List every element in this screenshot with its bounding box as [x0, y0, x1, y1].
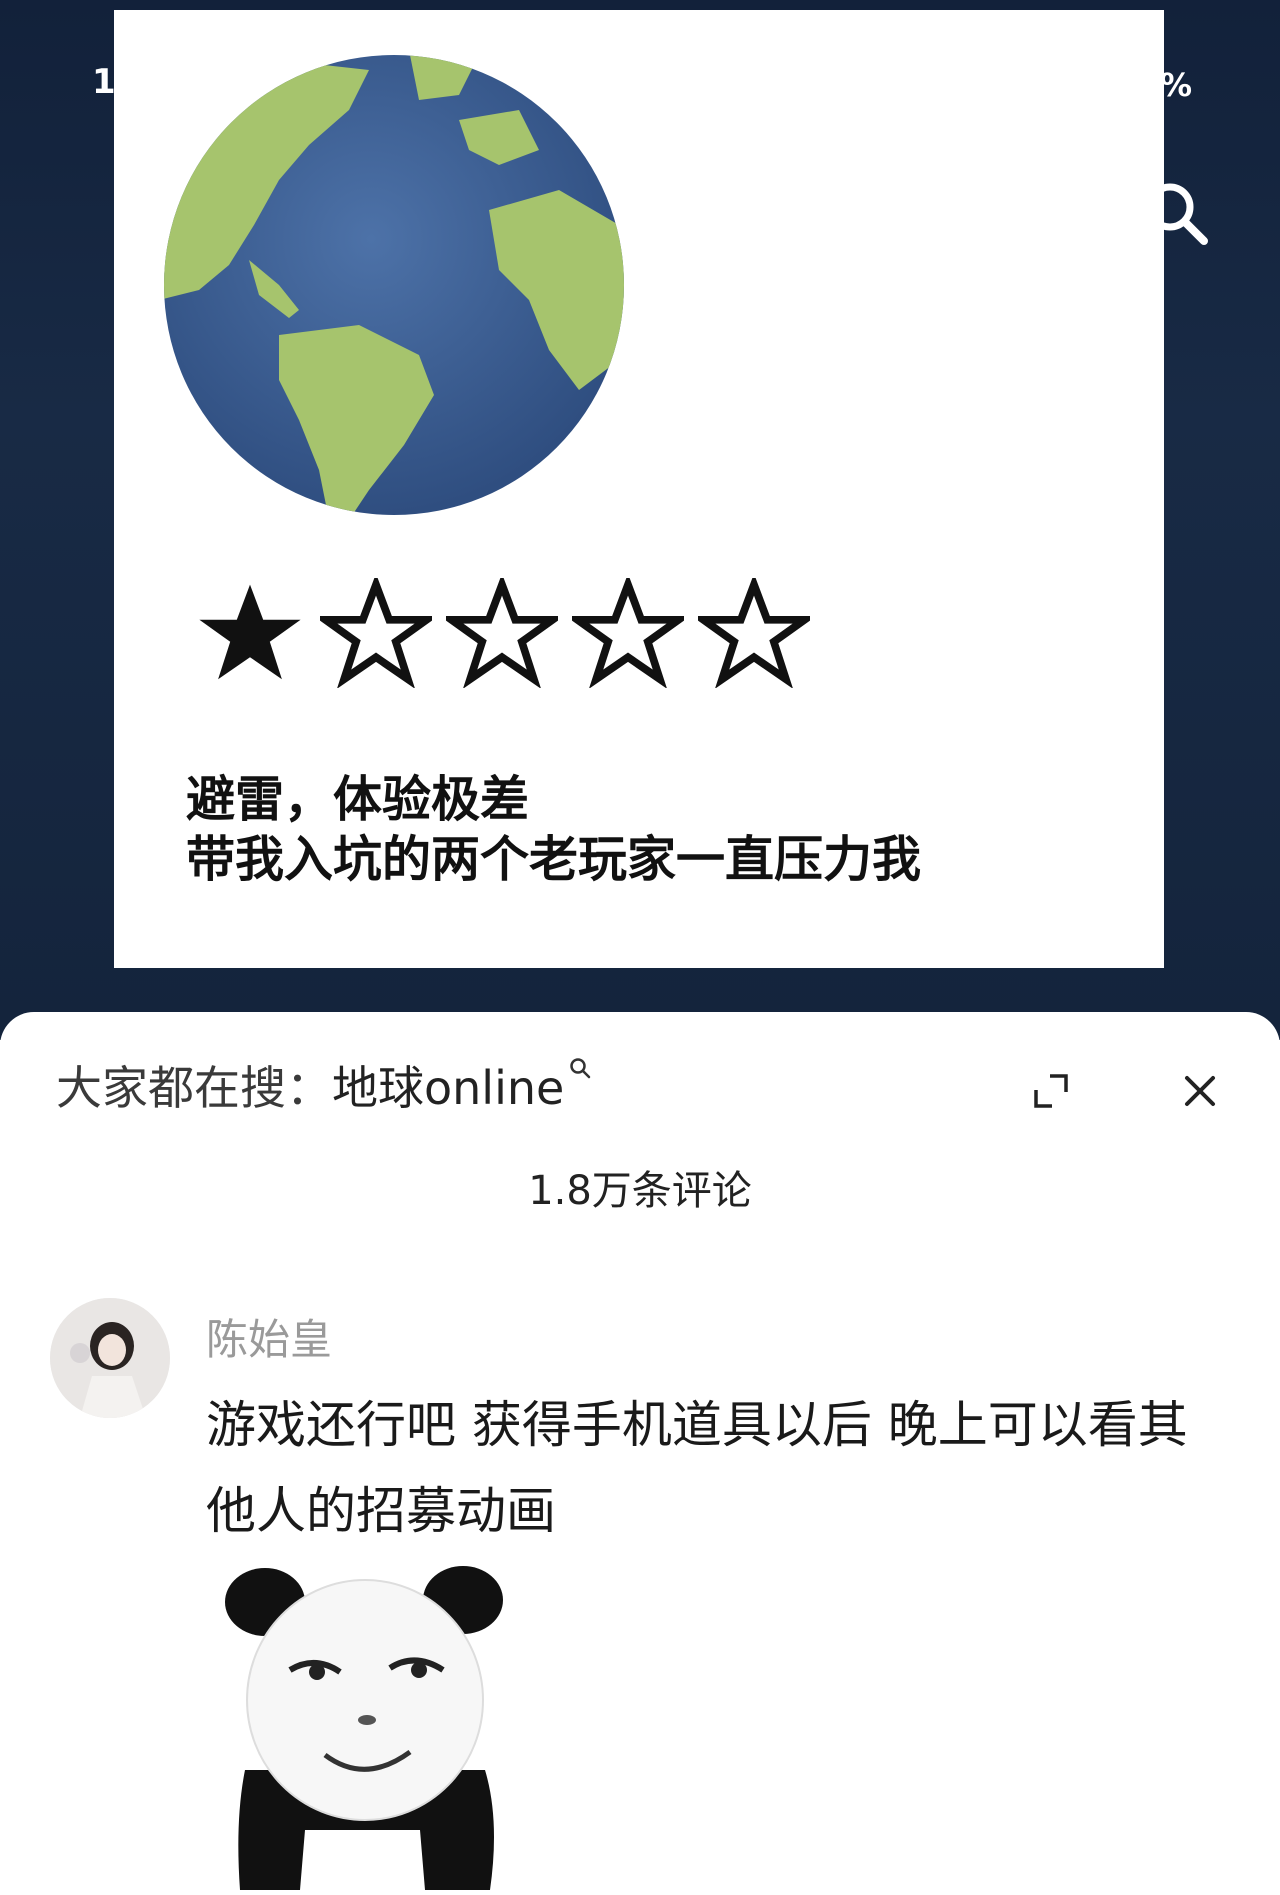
empty-star-icon	[698, 578, 810, 688]
avatar[interactable]	[50, 1298, 170, 1418]
empty-star-icon	[320, 578, 432, 688]
review-line: 避雷，体验极差	[186, 771, 530, 828]
comment-username[interactable]: 陈始皇	[206, 1306, 332, 1367]
status-battery: %	[1160, 66, 1193, 104]
empty-star-icon	[446, 578, 558, 688]
comment-count: 1.8万条评论	[528, 1168, 752, 1214]
close-button[interactable]	[1175, 1066, 1225, 1116]
empty-star-icon	[572, 578, 684, 688]
star-rating	[194, 578, 810, 688]
expand-button[interactable]	[1028, 1068, 1074, 1114]
globe-image	[164, 55, 624, 515]
hot-search-keyword[interactable]: 地球online	[332, 1061, 564, 1115]
panda-meme-sticker[interactable]	[205, 1560, 525, 1895]
review-text: 避雷，体验极差 带我入坑的两个老玩家一直压力我	[186, 770, 921, 890]
review-line: 带我入坑的两个老玩家一直压力我	[186, 831, 922, 888]
filled-star-icon	[199, 584, 301, 680]
hot-search-prefix: 大家都在搜：	[56, 1061, 332, 1115]
hot-search-bar[interactable]: 大家都在搜：地球online	[56, 1052, 594, 1118]
status-time: 1	[92, 62, 116, 102]
comment-text: 游戏还行吧 获得手机道具以后 晚上可以看其他人的招募动画	[206, 1396, 1188, 1540]
close-icon	[1185, 1076, 1215, 1106]
post-image-card: 避雷，体验极差 带我入坑的两个老玩家一直压力我	[114, 10, 1164, 968]
comments-sheet: 大家都在搜：地球online 1.8万条评论 陈始皇 游戏还行吧 获得手机道具以…	[0, 1012, 1280, 1895]
expand-icon	[1034, 1074, 1068, 1108]
avatar-image	[50, 1298, 170, 1418]
search-icon	[570, 1058, 591, 1079]
